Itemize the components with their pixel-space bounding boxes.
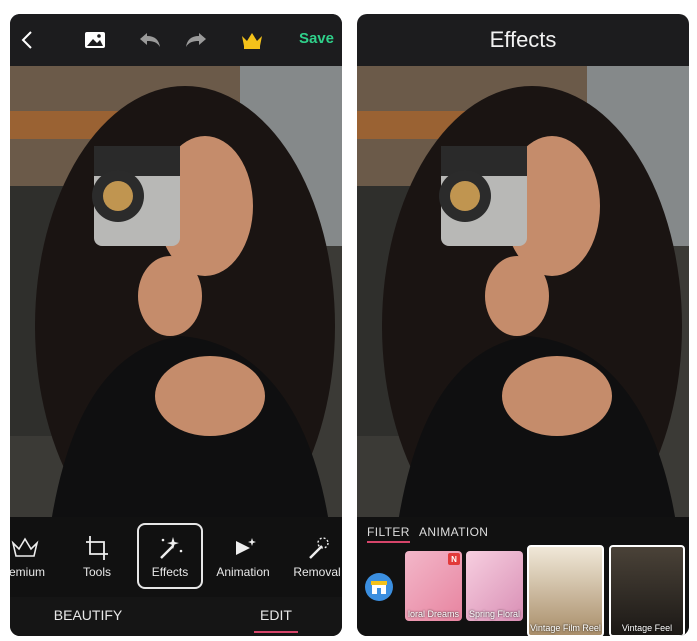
effects-panel: Effects FILTER ANIMATION N loral Dreams … — [357, 14, 689, 636]
tab-beautify-label: BEAUTIFY — [53, 607, 123, 623]
portrait-photo — [10, 66, 342, 529]
play-sparkle-icon — [223, 531, 263, 565]
tab-filter-underline — [367, 541, 410, 543]
tool-effects[interactable]: Effects — [137, 523, 203, 589]
crop-icon — [77, 531, 117, 565]
effect-thumb[interactable]: Vintage Film Reel — [527, 545, 604, 636]
undo-icon — [140, 33, 160, 47]
tab-filter-label: FILTER — [367, 525, 410, 539]
editor-panel: Save remium — [10, 14, 342, 636]
effect-label: Spring Floral — [468, 609, 521, 619]
crown-icon — [242, 33, 262, 49]
effect-thumb[interactable]: Spring Floral — [466, 551, 523, 621]
effect-thumb[interactable]: N loral Dreams — [405, 551, 462, 621]
store-icon — [371, 581, 387, 594]
tab-beautify[interactable]: BEAUTIFY — [52, 601, 124, 629]
effect-thumb[interactable]: Vintage Feel — [609, 545, 685, 636]
tool-label: Removal — [293, 565, 341, 579]
undo-button[interactable] — [136, 24, 164, 56]
tab-animation[interactable]: ANIMATION — [419, 525, 488, 539]
portrait-photo — [357, 66, 689, 529]
redo-button[interactable] — [182, 24, 210, 56]
effect-label: loral Dreams — [407, 609, 459, 619]
store-button[interactable] — [365, 573, 393, 601]
effects-tabs: FILTER ANIMATION — [357, 517, 689, 547]
back-button[interactable] — [14, 24, 40, 56]
tool-label: Tools — [82, 565, 111, 579]
tab-edit-underline — [254, 631, 298, 633]
save-button[interactable]: Save — [299, 30, 334, 47]
effects-list: N loral Dreams Spring Floral Vintage Fil… — [357, 545, 689, 636]
photo-preview[interactable] — [357, 66, 689, 529]
premium-crown-button[interactable] — [238, 24, 266, 56]
page-title: Effects — [489, 27, 557, 52]
tab-animation-label: ANIMATION — [419, 525, 489, 539]
tool-label: remium — [10, 565, 45, 579]
crown-outline-icon — [10, 531, 45, 565]
new-badge: N — [448, 553, 460, 565]
photo-canvas[interactable] — [10, 66, 342, 529]
bottom-nav: BEAUTIFY EDIT — [10, 597, 342, 636]
tool-premium[interactable]: remium — [10, 525, 58, 591]
image-icon — [85, 32, 105, 48]
tool-strip: remium Tools Effects Animation Removal — [10, 517, 342, 597]
editor-toolbar: Save — [10, 14, 342, 66]
chevron-left-icon — [21, 31, 32, 49]
tool-label: Effects — [151, 565, 189, 579]
tool-animation[interactable]: Animation — [210, 525, 276, 591]
tool-removal[interactable]: Removal — [284, 525, 342, 591]
effect-label: Vintage Feel — [621, 623, 673, 633]
gallery-button[interactable] — [82, 24, 108, 56]
tool-label: Animation — [216, 565, 270, 579]
magic-wand-icon — [150, 531, 190, 565]
tab-edit[interactable]: EDIT — [254, 601, 298, 633]
tool-tools[interactable]: Tools — [64, 525, 130, 591]
effect-label: Vintage Film Reel — [530, 623, 601, 633]
eraser-wand-icon — [297, 531, 337, 565]
redo-icon — [186, 33, 206, 47]
tab-edit-label: EDIT — [260, 607, 292, 623]
tab-filter[interactable]: FILTER — [367, 525, 410, 543]
